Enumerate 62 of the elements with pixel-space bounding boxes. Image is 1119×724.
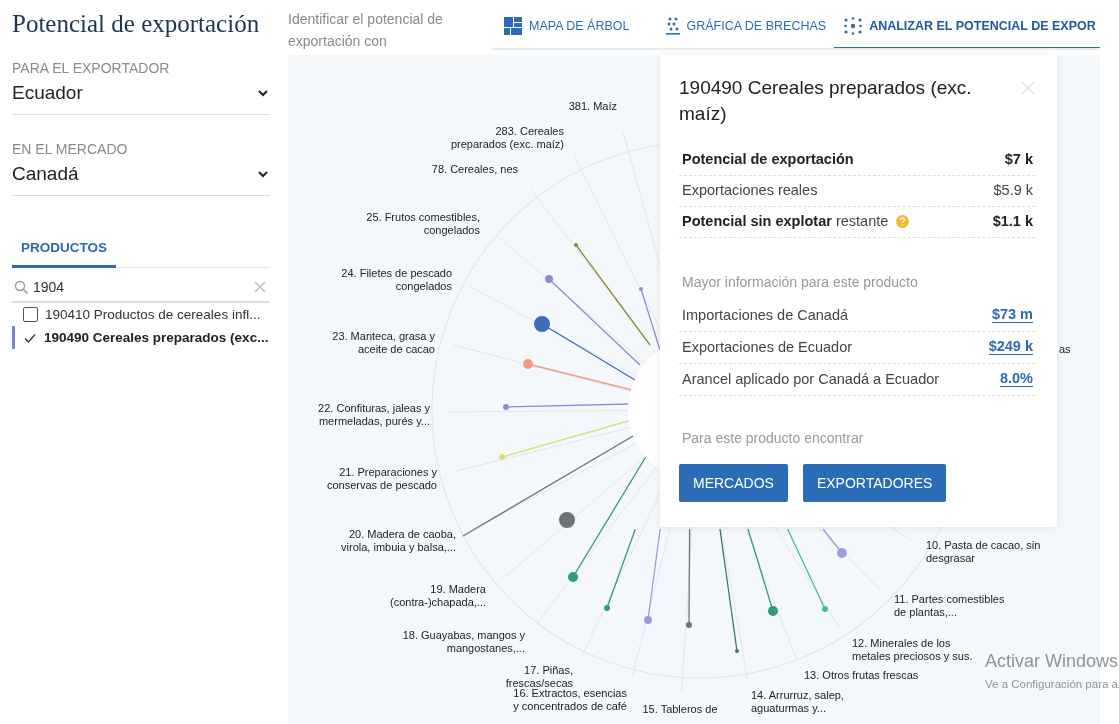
search-field[interactable]: 1904 — [33, 279, 250, 295]
action-button[interactable]: EXPORTADORES — [802, 464, 947, 502]
chart-label: 10. Pasta de cacao, sin desgrasar — [926, 539, 1041, 564]
network-icon — [844, 16, 863, 35]
metric-label: Potencial sin explotar restante — [682, 213, 889, 229]
chart-label: 23. Manteca, grasa y aceite de cacao — [332, 330, 435, 355]
value-link[interactable]: $249 k — [988, 338, 1033, 355]
filter-label: EN EL MERCADO — [12, 141, 129, 157]
help-icon[interactable] — [896, 214, 910, 228]
chart-label: 15. Tableros de — [642, 703, 718, 715]
chart-label: 20. Madera de caoba, virola, imbuia y balsa,... — [341, 528, 456, 553]
intro-text: Identificar el potencial de exportación con — [288, 10, 444, 51]
chart-label: 21. Preparaciones y conservas de pescado — [326, 466, 437, 491]
activation-notice-text: Ve a Configuración para a — [985, 678, 1119, 690]
section-heading: Para este producto encontrar — [682, 430, 865, 446]
metric-label: Exportaciones de Ecuador — [682, 338, 853, 355]
activation-notice-title: Activar Windows — [985, 651, 1119, 672]
product-title: 190490 Cereales preparados (exc. maíz) — [679, 76, 973, 126]
value-link[interactable]: $73 m — [991, 306, 1033, 323]
treemap-icon — [504, 16, 522, 35]
chart-label: 11. Partes comestibles de plantas,... — [894, 593, 1005, 618]
metric-label: Exportaciones reales — [682, 182, 818, 198]
value-link[interactable]: 8.0% — [999, 370, 1033, 387]
chart-label: 25. Frutos comestibles, congelados — [366, 211, 480, 236]
view-tab[interactable]: ANALIZAR EL POTENCIAL DE EXPOR — [834, 0, 1100, 48]
chart-label: as — [1059, 343, 1071, 355]
dropdown[interactable]: Ecuador — [12, 82, 270, 115]
metric-label: Potencial de exportación — [682, 151, 854, 167]
chart-label: 78. Cereales, nes — [431, 163, 518, 175]
section-heading: Mayor información para este producto — [682, 274, 919, 290]
view-tab[interactable]: MAPA DE ÁRBOL — [492, 0, 638, 48]
chart-label: 381. Maíz — [568, 100, 617, 112]
filter-label: PARA EL EXPORTADOR — [12, 60, 171, 76]
close-icon[interactable] — [1021, 81, 1035, 95]
metric-label: Importaciones de Canadá — [682, 306, 849, 323]
dot-plot-icon — [665, 16, 680, 35]
page-title: Potencial de exportación — [12, 10, 261, 38]
search-icon — [14, 279, 29, 295]
product-item[interactable]: 190490 Cereales preparados (exc... — [12, 326, 270, 349]
chart-label: 17. Piñas, frescas/secas — [505, 664, 573, 689]
metric-label: Arancel aplicado por Canadá a Ecuador — [682, 370, 940, 387]
chart-label: 24. Filetes de pescado congelados — [341, 267, 452, 292]
chart-label: 16. Extractos, esencias y concentrados de café — [513, 687, 627, 712]
chart-label: 22. Confituras, jaleas y mermeladas, purés y... — [318, 402, 430, 427]
metric-value: $1.1 k — [992, 213, 1033, 229]
chart-label: 18. Guayabas, mangos y mangostanes,... — [402, 629, 525, 654]
product-item[interactable]: 190410 Productos de cereales infl... — [12, 303, 270, 326]
clear-icon[interactable] — [254, 281, 266, 293]
chart-label: 14. Arrurruz, salep, aguaturmas y... — [751, 689, 844, 714]
chart-label: 13. Otros frutas frescas — [804, 669, 919, 681]
action-button[interactable]: MERCADOS — [679, 464, 788, 502]
metric-value: $7 k — [1004, 151, 1033, 167]
chevron-down-icon — [258, 89, 268, 97]
metric-value: $5.9 k — [993, 182, 1033, 198]
view-tab[interactable]: GRÁFICA DE BRECHAS — [655, 0, 835, 48]
checkbox[interactable] — [23, 307, 38, 322]
dropdown[interactable]: Canadá — [12, 163, 270, 196]
products-tab[interactable]: PRODUCTOS — [12, 234, 116, 268]
chart-label: 19. Madera (contra-)chapada,... — [390, 583, 486, 608]
chart-label: 12. Minerales de los metales preciosos y sus. — [852, 637, 973, 662]
chart-label: 283. Cereales preparados (exc. maíz) — [450, 125, 564, 150]
chevron-down-icon — [258, 170, 268, 178]
